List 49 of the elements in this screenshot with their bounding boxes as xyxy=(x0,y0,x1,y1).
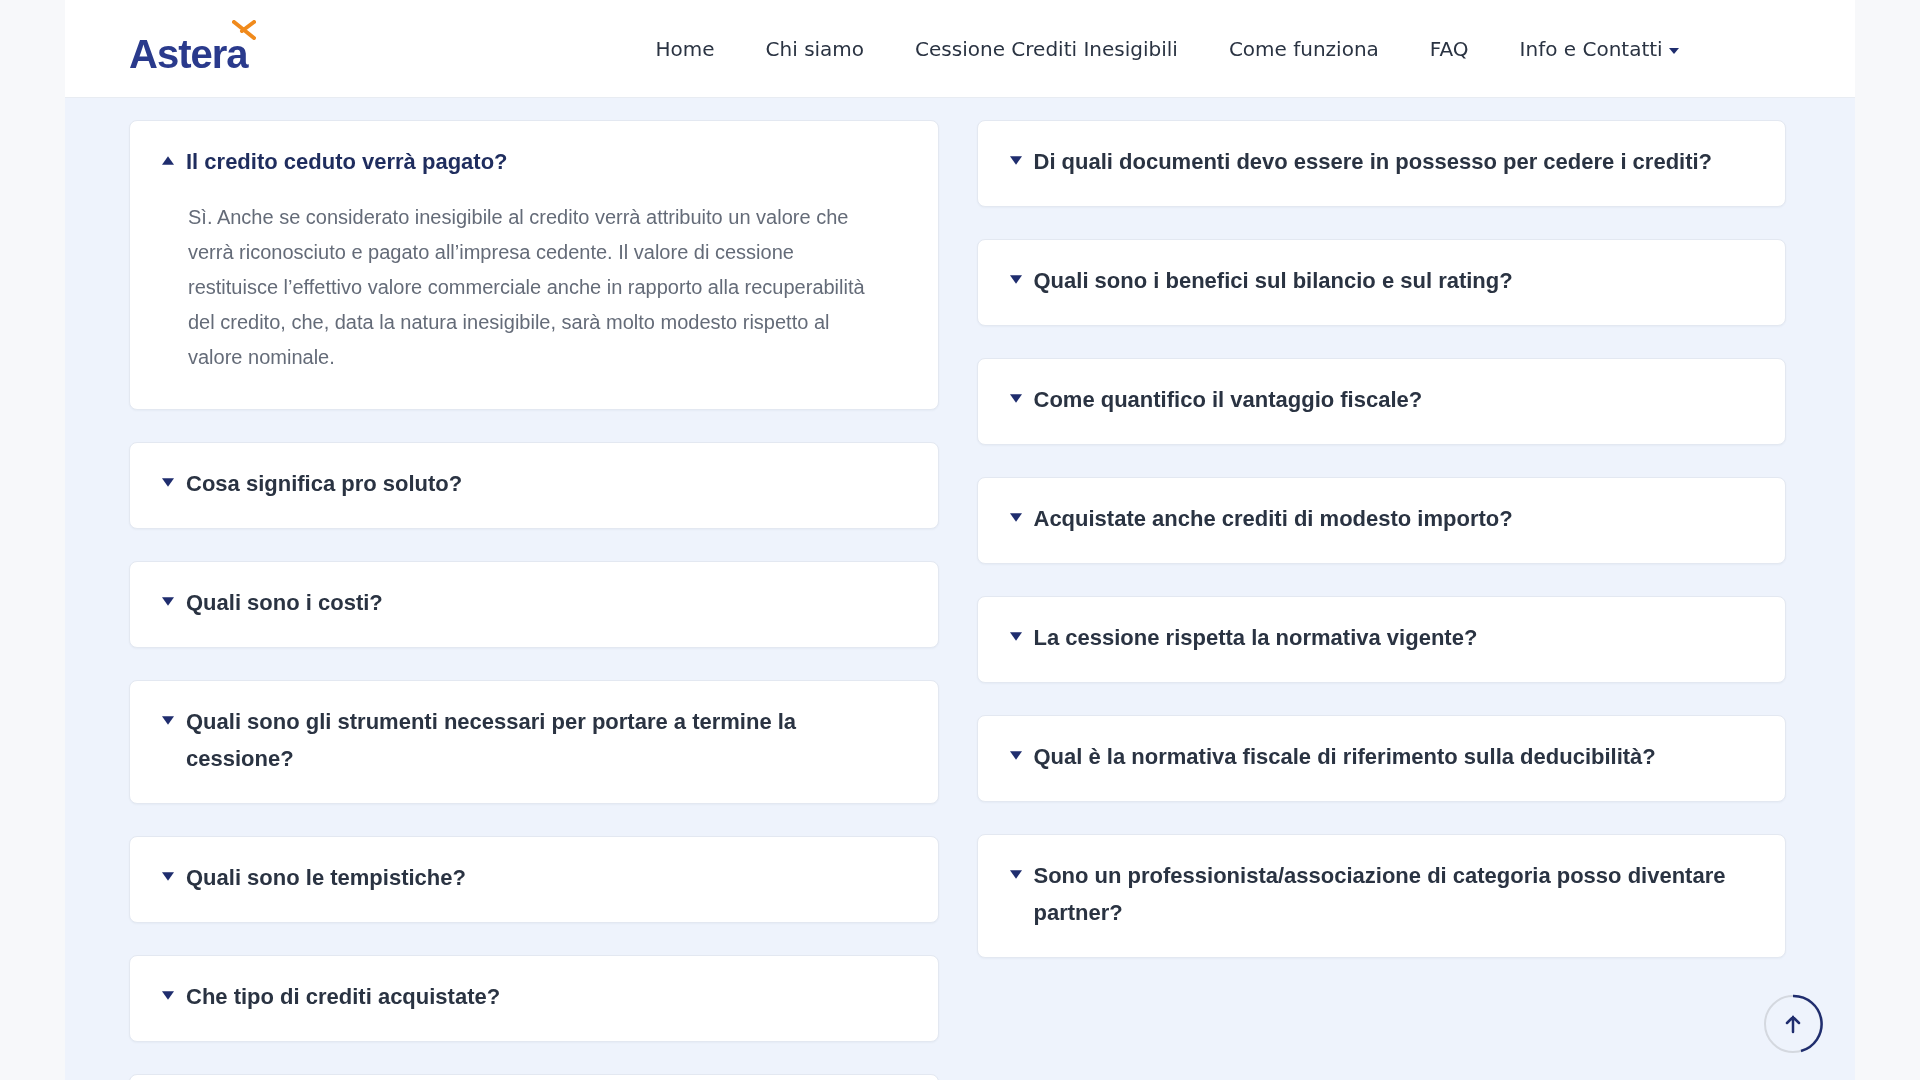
faq-item[interactable]: Acquistate anche crediti di modesto importo? xyxy=(976,477,1786,564)
faq-question: Di quali documenti devo essere in possesso per cedere i crediti? xyxy=(1033,148,1713,176)
faq-question: Il credito ceduto verrà pagato? xyxy=(186,148,508,176)
faq-item[interactable]: Quali sono i costi? xyxy=(129,561,939,648)
faq-item[interactable]: Quali sono le tempistiche? xyxy=(129,836,939,923)
nav-link[interactable]: Chi siamo xyxy=(765,36,865,61)
faq-question: Qual è la normativa fiscale di riferimento sulla deducibilità? xyxy=(1033,743,1656,771)
faq-question: Quali sono i costi? xyxy=(186,589,383,617)
scroll-to-top-button[interactable] xyxy=(1763,994,1823,1054)
faq-question: Acquistate anche crediti di modesto importo? xyxy=(1033,505,1513,533)
faq-item[interactable]: Qual è la normativa fiscale di riferimento sulla deducibilità? xyxy=(976,715,1786,802)
caret-icon xyxy=(1009,394,1022,403)
caret-icon xyxy=(1009,513,1022,522)
caret-icon xyxy=(1009,870,1022,879)
caret-icon xyxy=(1009,751,1022,760)
caret-icon xyxy=(1009,156,1022,165)
nav-link[interactable]: Come funziona xyxy=(1228,36,1379,61)
faq-question: Quali sono gli strumenti necessari per portare a termine la cessione? xyxy=(186,708,798,773)
faq-question: Come quantifico il vantaggio fiscale? xyxy=(1033,386,1423,414)
nav-link[interactable]: FAQ xyxy=(1429,36,1469,61)
faq-item[interactable]: Quali sono gli strumenti necessari per portare a termine la cessione? xyxy=(129,680,939,804)
faq-question: La cessione rispetta la normativa vigente? xyxy=(1033,624,1478,652)
caret-icon xyxy=(162,872,174,881)
faq-item[interactable]: Che tipo di crediti acquistate? xyxy=(129,955,939,1042)
faq-question: Sono un professionista/associazione di categoria posso diventare partner? xyxy=(1033,862,1727,927)
faq-question: Cosa significa pro soluto? xyxy=(186,470,463,498)
faq-item[interactable]: Sono un professionista/associazione di categoria posso diventare partner? xyxy=(976,834,1786,958)
faq-item[interactable]: La cessione rispetta la normativa vigente? xyxy=(976,596,1786,683)
faq-item[interactable]: Di quali documenti devo essere in possesso per cedere i crediti? xyxy=(976,120,1786,207)
caret-icon xyxy=(1009,275,1022,284)
logo[interactable]: Astera xyxy=(129,20,256,77)
faq-question: Quali sono le tempistiche? xyxy=(186,864,466,892)
faq-item[interactable] xyxy=(129,120,939,410)
faq-item[interactable]: Cosa significa pro soluto? xyxy=(129,442,939,529)
nav-link[interactable]: Home xyxy=(655,36,715,61)
faq-answer: Sì. Anche se considerato inesigibile al credito verrà attribuito un valore che verrà riconosciuto e pagato all’impresa cedente. Il valore di cessione restituisce l’effettivo valore commerciale anche in rapporto alla recuperabilità del credito, che, data la natura inesigibile, sarà molto modesto rispetto al valore nominale. xyxy=(188,205,866,370)
caret-icon xyxy=(162,991,174,1000)
nav-link[interactable]: Cessione Crediti Inesigibili xyxy=(915,36,1178,61)
caret-icon xyxy=(1009,632,1022,641)
caret-icon xyxy=(162,478,174,487)
faq-item[interactable]: Come quantifico il vantaggio fiscale? xyxy=(976,358,1786,445)
faq-question: Che tipo di crediti acquistate? xyxy=(186,983,501,1011)
faq-item[interactable]: Quali sono i benefici sul bilancio e sul rating? xyxy=(976,239,1786,326)
caret-icon xyxy=(162,156,174,165)
caret-icon xyxy=(162,597,174,606)
caret-icon xyxy=(162,716,174,725)
nav-link[interactable]: Info e Contatti xyxy=(1519,36,1679,61)
faq-question: Quali sono i benefici sul bilancio e sul rating? xyxy=(1033,267,1513,295)
caret-icon xyxy=(1668,47,1679,54)
